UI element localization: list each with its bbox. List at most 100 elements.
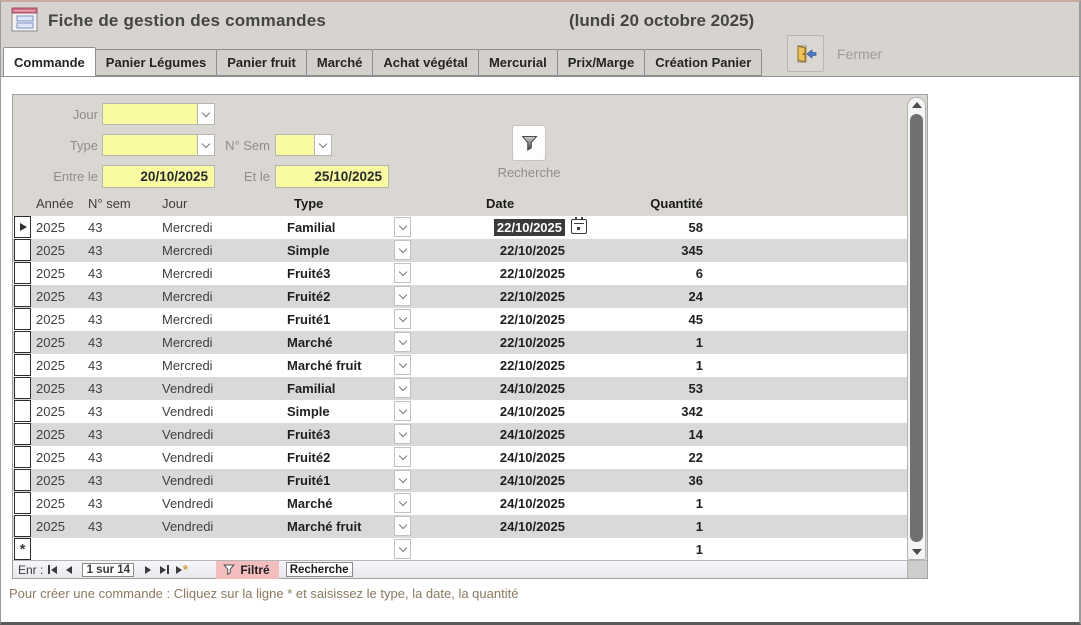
cell-qte[interactable]: 58: [603, 216, 703, 239]
tab-panier-l-gumes[interactable]: Panier Légumes: [95, 49, 217, 76]
table-row[interactable]: 2025 43 Mercredi Simple 22/10/2025 345: [13, 239, 907, 262]
type-dropdown-button[interactable]: [394, 470, 411, 490]
type-dropdown-button[interactable]: [394, 493, 411, 513]
cell-type[interactable]: Marché: [287, 331, 392, 354]
cell-date[interactable]: 22/10/2025: [447, 331, 565, 354]
tab-march-[interactable]: Marché: [306, 49, 374, 76]
day-filter-combobox[interactable]: [102, 103, 215, 125]
type-dropdown-button[interactable]: [394, 424, 411, 444]
type-dropdown-button[interactable]: [394, 332, 411, 352]
tab-panier-fruit[interactable]: Panier fruit: [216, 49, 307, 76]
cell-type[interactable]: Familial: [287, 377, 392, 400]
last-record-button[interactable]: [157, 563, 172, 577]
record-position-box[interactable]: 1 sur 14: [82, 563, 134, 577]
next-record-button[interactable]: [140, 563, 155, 577]
record-selector[interactable]: [14, 331, 31, 353]
chevron-down-icon[interactable]: [314, 135, 331, 155]
table-row[interactable]: 2025 43 Vendredi Marché 24/10/2025 1: [13, 492, 907, 515]
table-row[interactable]: 2025 43 Mercredi Fruité3 22/10/2025 6: [13, 262, 907, 285]
previous-record-button[interactable]: [61, 563, 76, 577]
first-record-button[interactable]: [44, 563, 59, 577]
scrollbar-thumb[interactable]: [910, 114, 923, 542]
date-from-input[interactable]: [102, 165, 215, 188]
record-selector[interactable]: [14, 423, 31, 445]
cell-date[interactable]: 22/10/2025: [447, 285, 565, 308]
cell-type[interactable]: Marché fruit: [287, 354, 392, 377]
record-selector[interactable]: [14, 308, 31, 330]
cell-date[interactable]: 24/10/2025: [447, 377, 565, 400]
type-dropdown-button[interactable]: [394, 401, 411, 421]
cell-type[interactable]: Simple: [287, 400, 392, 423]
type-dropdown-button[interactable]: [394, 447, 411, 467]
cell-date[interactable]: 24/10/2025: [447, 492, 565, 515]
type-dropdown-button[interactable]: [394, 240, 411, 260]
cell-qte[interactable]: 22: [603, 446, 703, 469]
cell-type[interactable]: Simple: [287, 239, 392, 262]
type-dropdown-button[interactable]: [394, 378, 411, 398]
record-selector[interactable]: [14, 469, 31, 491]
record-selector[interactable]: [14, 354, 31, 376]
cell-date[interactable]: 22/10/2025: [447, 216, 565, 239]
close-form-button[interactable]: [787, 35, 824, 72]
cell-type[interactable]: Fruité2: [287, 285, 392, 308]
table-row[interactable]: 2025 43 Mercredi Familial 22/10/2025 58: [13, 216, 907, 239]
cell-qte[interactable]: 14: [603, 423, 703, 446]
cell-date[interactable]: 24/10/2025: [447, 400, 565, 423]
cell-date[interactable]: 24/10/2025: [447, 423, 565, 446]
tab-mercurial[interactable]: Mercurial: [478, 49, 558, 76]
cell-date[interactable]: 22/10/2025: [447, 308, 565, 331]
tab-achat-v-g-tal[interactable]: Achat végétal: [372, 49, 479, 76]
cell-qte[interactable]: 6: [603, 262, 703, 285]
cell-qte[interactable]: 1: [603, 492, 703, 515]
cell-type[interactable]: Fruité1: [287, 308, 392, 331]
scroll-up-arrow-icon[interactable]: [912, 102, 922, 108]
cell-qte[interactable]: 1: [603, 354, 703, 377]
cell-type[interactable]: Familial: [287, 216, 392, 239]
cell-date[interactable]: 22/10/2025: [447, 239, 565, 262]
cell-type[interactable]: Marché fruit: [287, 515, 392, 538]
cell-qte[interactable]: 24: [603, 285, 703, 308]
cell-qte[interactable]: 1: [603, 515, 703, 538]
cell-type[interactable]: Fruité3: [287, 423, 392, 446]
cell-qte[interactable]: 1: [603, 538, 703, 561]
record-selector[interactable]: [14, 515, 31, 537]
filtered-toggle-button[interactable]: Filtré: [216, 561, 278, 579]
cell-date[interactable]: 22/10/2025: [447, 354, 565, 377]
chevron-down-icon[interactable]: [197, 104, 214, 124]
cell-qte[interactable]: 345: [603, 239, 703, 262]
table-row[interactable]: 2025 43 Vendredi Familial 24/10/2025 53: [13, 377, 907, 400]
type-dropdown-button[interactable]: [394, 286, 411, 306]
type-dropdown-button[interactable]: [394, 355, 411, 375]
table-row[interactable]: 2025 43 Vendredi Fruité3 24/10/2025 14: [13, 423, 907, 446]
tab-commande[interactable]: Commande: [3, 47, 96, 77]
type-dropdown-button[interactable]: [394, 516, 411, 536]
type-dropdown-button[interactable]: [394, 217, 411, 237]
record-selector[interactable]: *: [14, 538, 31, 560]
table-row[interactable]: 2025 43 Vendredi Marché fruit 24/10/2025…: [13, 515, 907, 538]
record-selector[interactable]: [14, 262, 31, 284]
search-filter-button[interactable]: [512, 125, 546, 161]
scroll-down-arrow-icon[interactable]: [912, 549, 922, 555]
table-row[interactable]: 2025 43 Mercredi Fruité1 22/10/2025 45: [13, 308, 907, 331]
table-row[interactable]: 2025 43 Vendredi Fruité1 24/10/2025 36: [13, 469, 907, 492]
date-picker-icon[interactable]: [571, 219, 587, 234]
type-dropdown-button[interactable]: [394, 263, 411, 283]
tab-cr-ation-panier[interactable]: Création Panier: [644, 49, 762, 76]
record-selector[interactable]: [14, 216, 31, 238]
new-record-button[interactable]: *: [174, 563, 189, 577]
cell-qte[interactable]: 36: [603, 469, 703, 492]
record-selector[interactable]: [14, 239, 31, 261]
record-selector[interactable]: [14, 492, 31, 514]
cell-type[interactable]: Marché: [287, 492, 392, 515]
table-row[interactable]: 2025 43 Mercredi Marché 22/10/2025 1: [13, 331, 907, 354]
cell-qte[interactable]: 45: [603, 308, 703, 331]
cell-type[interactable]: Fruité1: [287, 469, 392, 492]
week-number-combobox[interactable]: [275, 134, 332, 156]
table-row[interactable]: 2025 43 Vendredi Simple 24/10/2025 342: [13, 400, 907, 423]
cell-date[interactable]: 24/10/2025: [447, 515, 565, 538]
type-dropdown-button[interactable]: [394, 309, 411, 329]
date-to-input[interactable]: [275, 165, 389, 188]
record-selector[interactable]: [14, 285, 31, 307]
vertical-scrollbar[interactable]: [907, 97, 926, 560]
cell-qte[interactable]: 53: [603, 377, 703, 400]
